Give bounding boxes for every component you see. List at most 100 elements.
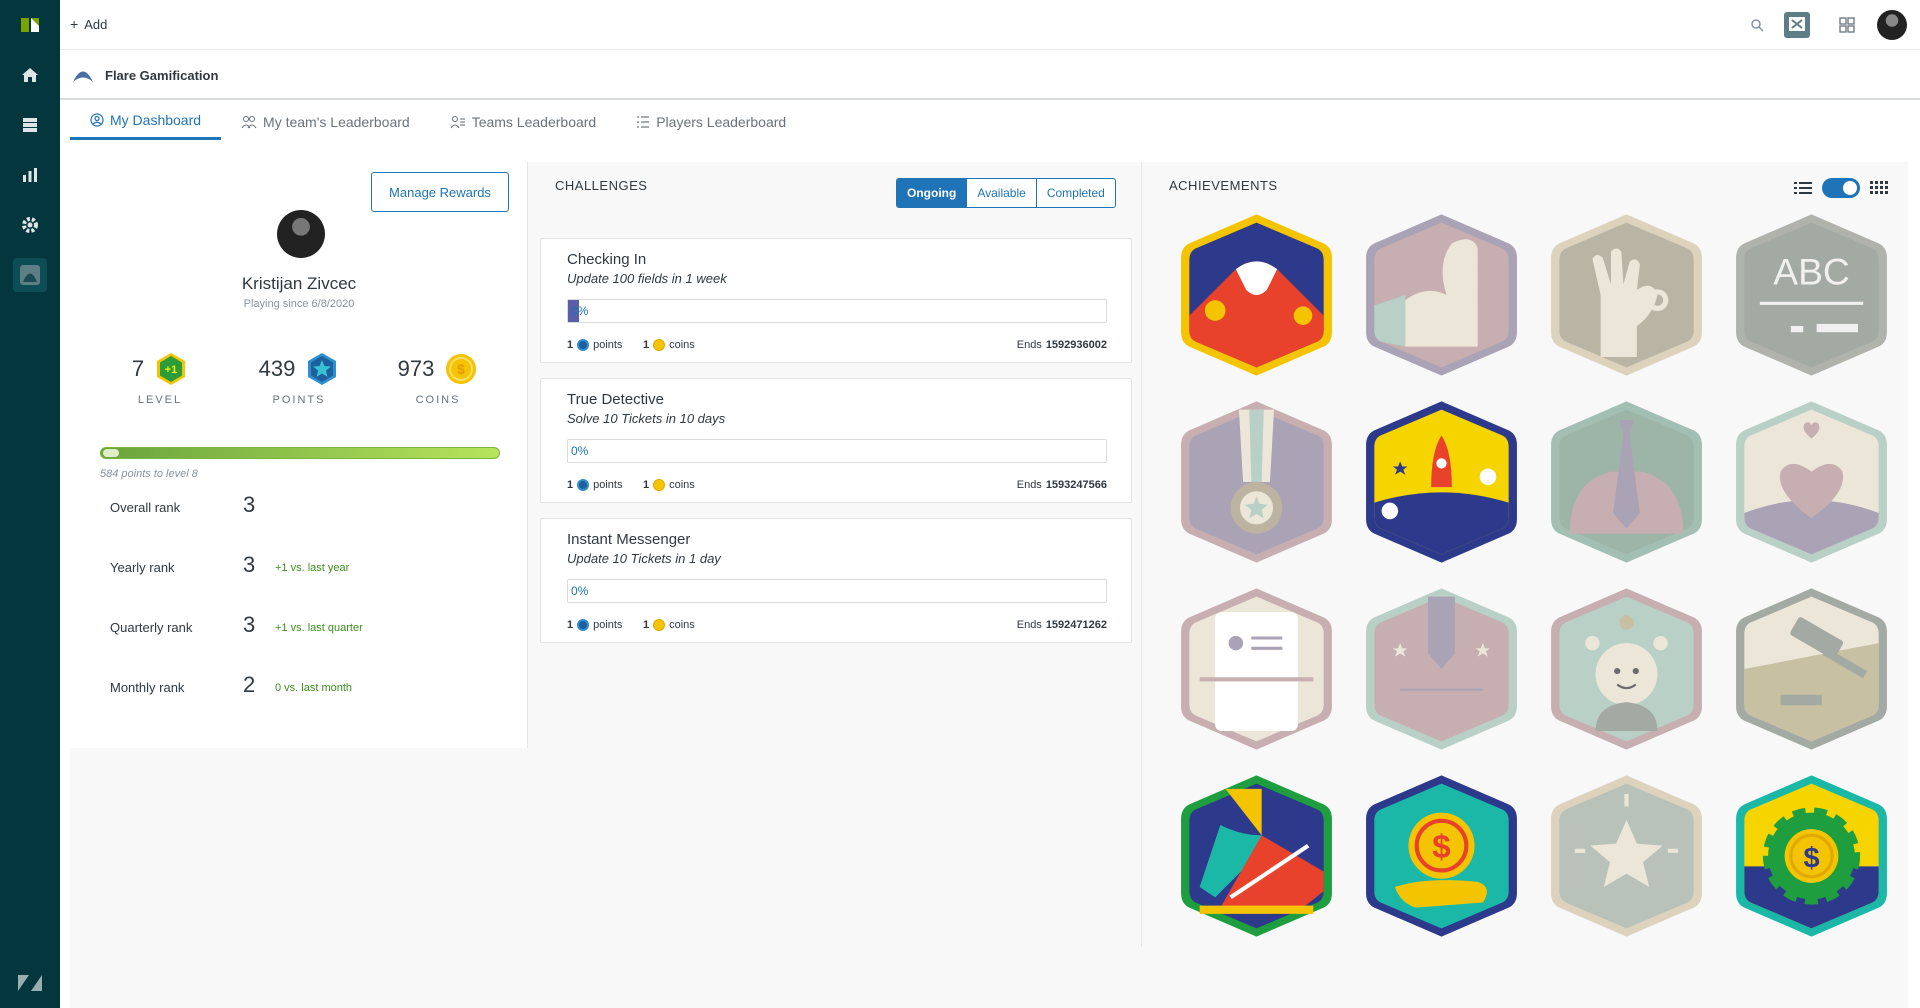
gear-coin-badge[interactable]: $: [1734, 773, 1889, 939]
level-progress-bar: [100, 447, 500, 459]
profile-panel: Manage Rewards Kristijan Zivcec Playing …: [70, 162, 528, 748]
points-icon: [577, 479, 590, 491]
rank-label: Overall rank: [110, 500, 181, 515]
zendesk-support-logo[interactable]: [0, 0, 60, 50]
achievements-panel: ACHIEVEMENTS ABC $ $: [1143, 162, 1908, 947]
gavel-badge[interactable]: [1734, 586, 1889, 752]
challenge-progress-bar: 0%: [567, 439, 1107, 463]
reward-coins-value: 1: [643, 339, 650, 351]
rank-row-monthly: Monthly rank 2 0 vs. last month: [110, 672, 490, 702]
star-points-icon: [308, 353, 337, 385]
rank-value: 2: [243, 672, 256, 697]
conversations-icon[interactable]: [1780, 8, 1814, 42]
tab-my-team-leaderboard[interactable]: My team's Leaderboard: [221, 103, 430, 140]
rail-flare-app[interactable]: [0, 250, 60, 300]
gear-icon: [13, 208, 47, 242]
pencil-badge[interactable]: [1364, 586, 1519, 752]
challenge-progress-text: 0%: [571, 444, 589, 458]
rail-home[interactable]: [0, 50, 60, 100]
reward-points-value: 1: [567, 619, 574, 631]
rank-row-yearly: Yearly rank 3 +1 vs. last year: [110, 552, 490, 582]
challenge-card[interactable]: True Detective Solve 10 Tickets in 10 da…: [540, 378, 1132, 503]
filter-ongoing[interactable]: Ongoing: [897, 179, 967, 207]
rank-label: Monthly rank: [110, 680, 185, 695]
tab-teams-leaderboard[interactable]: Teams Leaderboard: [430, 103, 617, 140]
ok-hand-badge[interactable]: [1549, 212, 1704, 378]
heart-badge[interactable]: [1734, 399, 1889, 565]
manage-rewards-button[interactable]: Manage Rewards: [371, 172, 509, 212]
rail-reporting[interactable]: [0, 150, 60, 200]
filter-available[interactable]: Available: [966, 179, 1035, 207]
zendesk-logo[interactable]: [0, 958, 60, 1008]
tab-my-dashboard[interactable]: My Dashboard: [70, 103, 222, 140]
challenge-title: True Detective: [567, 391, 664, 408]
tie-badge[interactable]: [1549, 399, 1704, 565]
medal-badge[interactable]: [1179, 399, 1334, 565]
reward-coins-value: 1: [643, 479, 650, 491]
bar-chart-icon: [13, 158, 47, 192]
star-badge[interactable]: [1549, 773, 1704, 939]
rank-delta: 0 vs. last month: [275, 682, 353, 694]
rank-value: 3: [243, 552, 256, 577]
rail-views[interactable]: [0, 100, 60, 150]
grid-view-switch[interactable]: [1822, 178, 1860, 198]
rocket-badge[interactable]: [1364, 399, 1519, 565]
level-progress-knob: [103, 449, 119, 457]
product-rail: [0, 0, 60, 1008]
views-icon: [13, 108, 47, 142]
ends-label: Ends: [1016, 479, 1042, 491]
apps-grid-icon[interactable]: [1830, 8, 1864, 42]
add-button[interactable]: + Add: [70, 16, 107, 32]
challenge-title: Checking In: [567, 251, 647, 268]
challenge-description: Update 10 Tickets in 1 day: [567, 551, 721, 566]
abc-board-badge[interactable]: ABC: [1734, 212, 1889, 378]
ends-value: 1593247566: [1045, 479, 1107, 491]
tab-players-leaderboard[interactable]: Players Leaderboard: [616, 103, 806, 140]
points-icon: [577, 339, 590, 351]
reward-points-label: points: [593, 479, 623, 491]
robot-badge[interactable]: [1179, 586, 1334, 752]
plus-icon: +: [70, 16, 79, 32]
rank-row-overall: Overall rank 3: [110, 492, 490, 522]
top-bar: + Add: [60, 0, 1920, 50]
sneaker-badge[interactable]: [1179, 773, 1334, 939]
reward-points-label: points: [593, 619, 623, 631]
baby-badge[interactable]: [1549, 586, 1704, 752]
filter-completed[interactable]: Completed: [1035, 179, 1115, 207]
points-icon: [577, 619, 590, 631]
user-avatar[interactable]: [1875, 8, 1909, 42]
achievements-title: ACHIEVEMENTS: [1169, 178, 1278, 193]
reward-coins-label: coins: [669, 479, 695, 491]
reward-coins-label: coins: [669, 339, 695, 351]
reward-coins-label: coins: [669, 619, 695, 631]
list-icon: [637, 115, 650, 128]
tab-label: Teams Leaderboard: [471, 113, 597, 130]
level-value: 7: [131, 356, 145, 381]
coin-icon: $: [446, 354, 477, 384]
tab-label: My Dashboard: [110, 112, 202, 128]
coin-hand-badge[interactable]: $: [1364, 773, 1519, 939]
challenge-card[interactable]: Instant Messenger Update 10 Tickets in 1…: [540, 518, 1132, 643]
rank-row-quarterly: Quarterly rank 3 +1 vs. last quarter: [110, 612, 490, 642]
flare-logo-icon: [72, 65, 94, 88]
mountain-badge[interactable]: [1179, 212, 1334, 378]
list-view-icon[interactable]: [1794, 181, 1812, 195]
challenge-card[interactable]: Checking In Update 100 fields in 1 week …: [540, 238, 1132, 363]
grid-view-icon[interactable]: [1870, 181, 1888, 195]
app-header: Flare Gamification: [60, 50, 1920, 100]
level-badge-text: +1: [165, 364, 178, 376]
challenge-rewards: 1 points 1 coins Ends 1592471262: [567, 619, 1107, 635]
coins-stat: 973 $ COINS: [368, 352, 508, 406]
ends-label: Ends: [1016, 619, 1042, 631]
search-icon[interactable]: [1740, 8, 1774, 42]
rail-admin[interactable]: [0, 200, 60, 250]
challenge-description: Solve 10 Tickets in 10 days: [567, 411, 726, 426]
coins-icon: [653, 339, 666, 351]
player-name: Kristijan Zivcec: [241, 274, 357, 293]
reward-points-value: 1: [567, 339, 574, 351]
app-title: Flare Gamification: [105, 68, 219, 83]
reward-points-value: 1: [567, 479, 574, 491]
muscle-badge[interactable]: [1364, 212, 1519, 378]
challenge-progress-text: 0%: [571, 584, 589, 598]
rank-value: 3: [243, 492, 256, 517]
